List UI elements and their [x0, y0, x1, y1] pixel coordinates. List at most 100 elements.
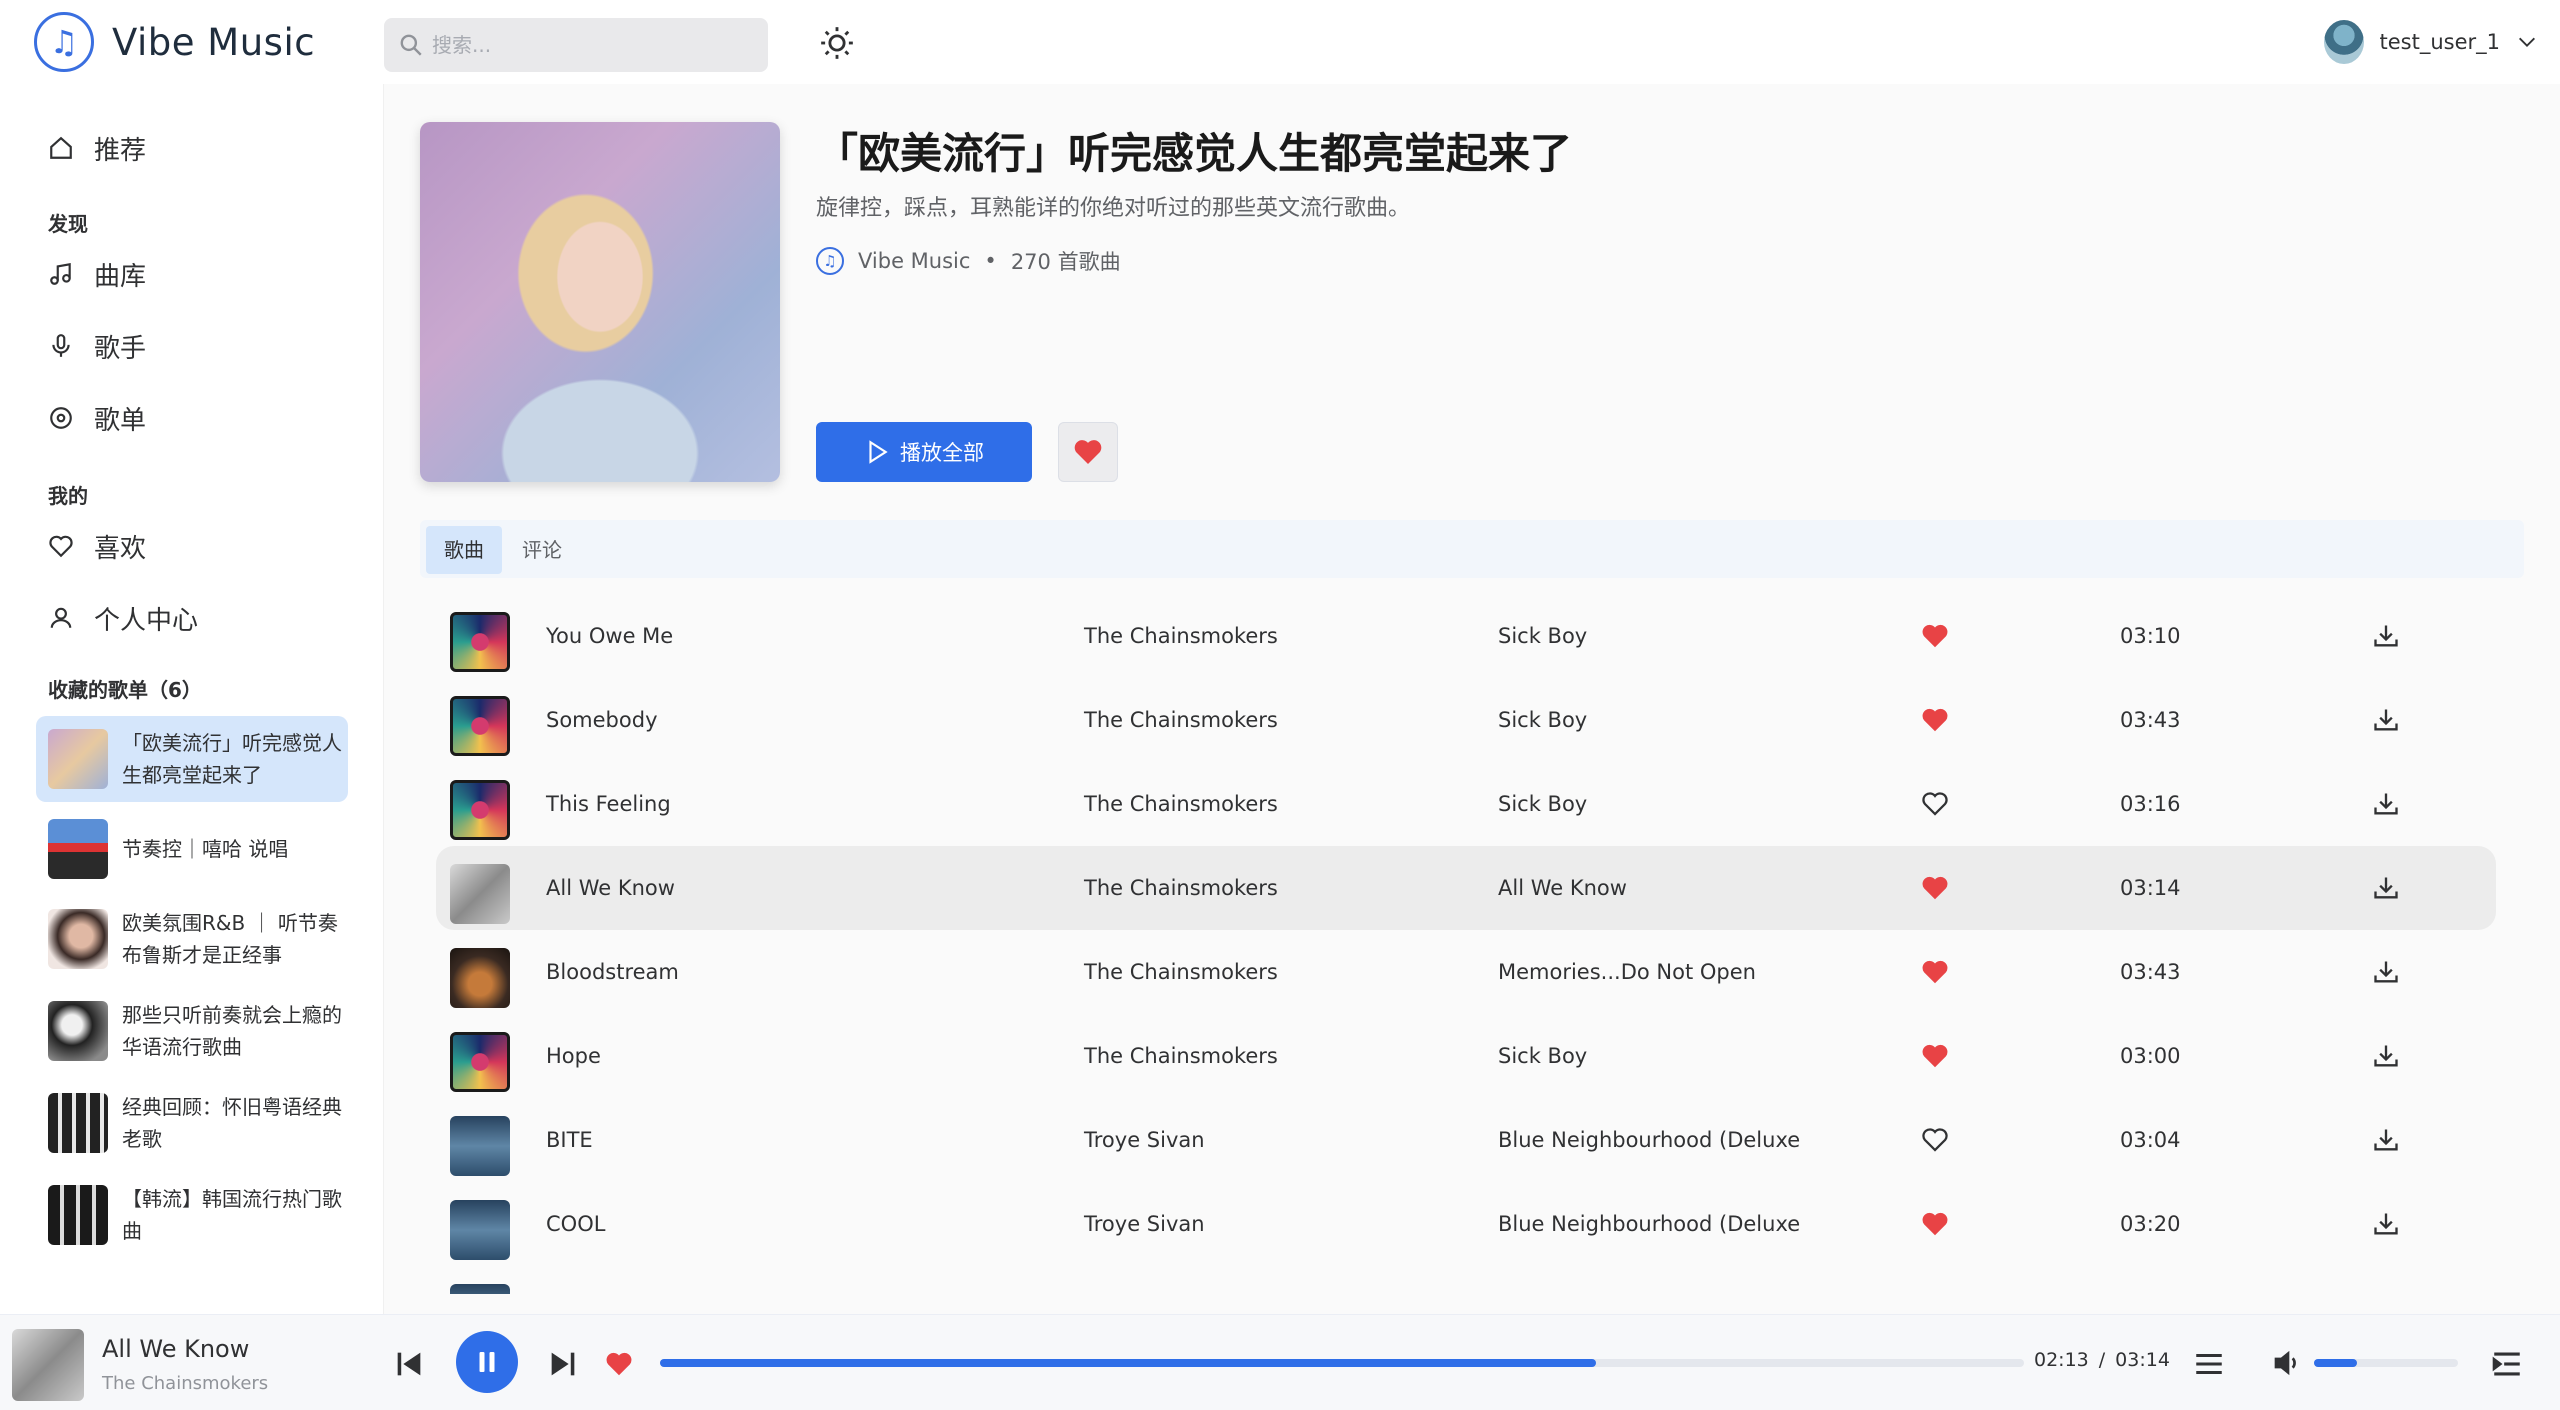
heart-icon[interactable] [1920, 873, 1950, 903]
download-icon[interactable] [2372, 1210, 2400, 1238]
heart-icon[interactable] [1920, 1041, 1950, 1071]
download-icon[interactable] [2372, 706, 2400, 734]
now-playing-title: All We Know [102, 1335, 250, 1363]
tab-comments[interactable]: 评论 [504, 526, 580, 574]
playlist-icon[interactable] [2490, 1347, 2524, 1381]
tab-songs[interactable]: 歌曲 [426, 526, 502, 574]
time-separator: / [2098, 1349, 2106, 1371]
song-artist[interactable]: The Chainsmokers [1084, 594, 1278, 678]
next-icon[interactable] [546, 1347, 580, 1381]
sidebar: 推荐 发现 曲库 歌手 歌单 我的 喜欢 个人中心 收藏的歌单（6） 「欧美流行… [0, 84, 384, 1314]
heart-icon[interactable] [1920, 1125, 1950, 1155]
song-row[interactable]: Hope The Chainsmokers Sick Boy 03:00 [436, 1014, 2496, 1098]
sidebar-item-label: 个人中心 [94, 605, 199, 636]
prev-icon[interactable] [392, 1347, 426, 1381]
download-icon[interactable] [2372, 1042, 2400, 1070]
song-cover [450, 1116, 510, 1176]
song-artist[interactable]: The Chainsmokers [1084, 846, 1278, 930]
now-playing-cover [12, 1329, 84, 1401]
playlist-thumb [48, 909, 108, 969]
song-album[interactable]: Sick Boy [1498, 762, 1818, 846]
song-artist[interactable]: The Chainsmokers [1084, 930, 1278, 1014]
song-album[interactable]: Sick Boy [1498, 678, 1818, 762]
volume-fill [2314, 1359, 2358, 1367]
play-all-label: 播放全部 [900, 441, 984, 465]
sidebar-item-artists[interactable]: 歌手 [48, 324, 146, 368]
sidebar-item-library[interactable]: 曲库 [48, 252, 146, 296]
page-title: 「欧美流行」听完感觉人生都亮堂起来了 [816, 129, 1573, 178]
heart-icon[interactable] [1920, 789, 1950, 819]
song-artist[interactable]: Troye Sivan [1084, 1182, 1205, 1266]
song-cover [450, 696, 510, 756]
playlist-creator: Vibe Music [858, 249, 971, 273]
volume-icon[interactable] [2272, 1347, 2304, 1379]
user-menu[interactable]: test_user_1 [2323, 20, 2539, 64]
play-all-button[interactable]: 播放全部 [816, 422, 1032, 482]
song-row[interactable]: FOOLS Troye Sivan Blue Neighbourhood (Delu… [436, 1266, 2496, 1294]
search-box[interactable] [384, 18, 768, 72]
heart-icon[interactable] [1920, 1209, 1950, 1239]
sidebar-item-profile[interactable]: 个人中心 [48, 596, 198, 640]
song-album[interactable]: Memories...Do Not Open [1498, 930, 1818, 1014]
sidebar-item-playlists[interactable]: 歌单 [48, 396, 146, 440]
download-icon[interactable] [2372, 790, 2400, 818]
playlist-thumb [48, 1093, 108, 1153]
volume-slider[interactable] [2314, 1359, 2458, 1367]
song-album[interactable]: Sick Boy [1498, 1014, 1818, 1098]
download-icon[interactable] [2372, 958, 2400, 986]
playlist-description: 旋律控，踩点，耳熟能详的你绝对听过的那些英文流行歌曲。 [816, 196, 1411, 221]
heart-icon[interactable] [1920, 705, 1950, 735]
song-album[interactable]: Blue Neighbourhood (Deluxe [1498, 1266, 1818, 1294]
song-album[interactable]: Blue Neighbourhood (Deluxe [1498, 1098, 1818, 1182]
song-artist[interactable]: Troye Sivan [1084, 1266, 1205, 1294]
sun-icon[interactable] [818, 24, 856, 62]
queue-icon[interactable] [2192, 1347, 2226, 1381]
download-icon[interactable] [2372, 622, 2400, 650]
song-row[interactable]: Somebody The Chainsmokers Sick Boy 03:43 [436, 678, 2496, 762]
song-artist[interactable]: The Chainsmokers [1084, 1014, 1278, 1098]
song-album[interactable]: Sick Boy [1498, 594, 1818, 678]
disc-icon [50, 407, 72, 429]
song-row[interactable]: Bloodstream The Chainsmokers Memories...Do… [436, 930, 2496, 1014]
sidebar-item-label: 曲库 [94, 261, 147, 292]
collected-playlist-item[interactable]: 节奏控｜嘻哈 说唱 [36, 806, 348, 892]
download-icon[interactable] [2372, 1126, 2400, 1154]
song-title: You Owe Me [546, 624, 674, 648]
heart-icon[interactable] [1920, 957, 1950, 987]
playlist-name: 「欧美流行」听完感觉人生都亮堂起来了 [122, 731, 342, 787]
playlist-cover [420, 122, 780, 482]
sidebar-item-likes[interactable]: 喜欢 [48, 524, 146, 568]
song-row[interactable]: BITE Troye Sivan Blue Neighbourhood (Delux… [436, 1098, 2496, 1182]
app-logo[interactable]: ♫ Vibe Music [34, 12, 315, 72]
song-row[interactable]: COOL Troye Sivan Blue Neighbourhood (Delux… [436, 1182, 2496, 1266]
heart-icon[interactable] [1920, 621, 1950, 651]
pause-button[interactable] [456, 1331, 518, 1393]
heart-icon[interactable] [1920, 1293, 1950, 1294]
collected-playlist-item[interactable]: 欧美氛围R&B ｜ 听节奏布鲁斯才是正经事 [36, 896, 348, 982]
song-album[interactable]: Blue Neighbourhood (Deluxe [1498, 1182, 1818, 1266]
download-icon[interactable] [2372, 874, 2400, 902]
main-content: 「欧美流行」听完感觉人生都亮堂起来了 旋律控，踩点，耳熟能详的你绝对听过的那些英… [384, 84, 2560, 1346]
search-input[interactable] [432, 33, 752, 57]
song-artist[interactable]: Troye Sivan [1084, 1098, 1205, 1182]
collected-playlist-item[interactable]: 那些只听前奏就会上瘾的华语流行歌曲 [36, 988, 348, 1074]
song-row[interactable]: You Owe Me The Chainsmokers Sick Boy 03:10 [436, 594, 2496, 678]
favorite-playlist-button[interactable] [1058, 422, 1118, 482]
sidebar-item-recommend[interactable]: 推荐 [48, 126, 146, 170]
collected-playlist-item[interactable]: 经典回顾：怀旧粤语经典老歌 [36, 1080, 348, 1166]
app-name: Vibe Music [112, 20, 316, 64]
player-bar: All We Know The Chainsmokers 02:13 / 03:… [0, 1314, 2560, 1410]
song-artist[interactable]: The Chainsmokers [1084, 678, 1278, 762]
user-icon [50, 607, 72, 628]
progress-bar[interactable] [660, 1359, 2024, 1367]
collected-playlist-item[interactable]: 【韩流】韩国流行热门歌曲 [36, 1172, 348, 1258]
song-duration: 03:43 [2120, 708, 2181, 732]
song-album[interactable]: All We Know [1498, 846, 1818, 930]
song-cover [450, 612, 510, 672]
song-row[interactable]: This Feeling The Chainsmokers Sick Boy 03:1… [436, 762, 2496, 846]
playlist-thumb [48, 1001, 108, 1061]
collected-playlist-item[interactable]: 「欧美流行」听完感觉人生都亮堂起来了 [36, 716, 348, 802]
song-artist[interactable]: The Chainsmokers [1084, 762, 1278, 846]
heart-icon[interactable] [604, 1349, 634, 1379]
song-row[interactable]: All We Know The Chainsmokers All We Know 03… [436, 846, 2496, 930]
